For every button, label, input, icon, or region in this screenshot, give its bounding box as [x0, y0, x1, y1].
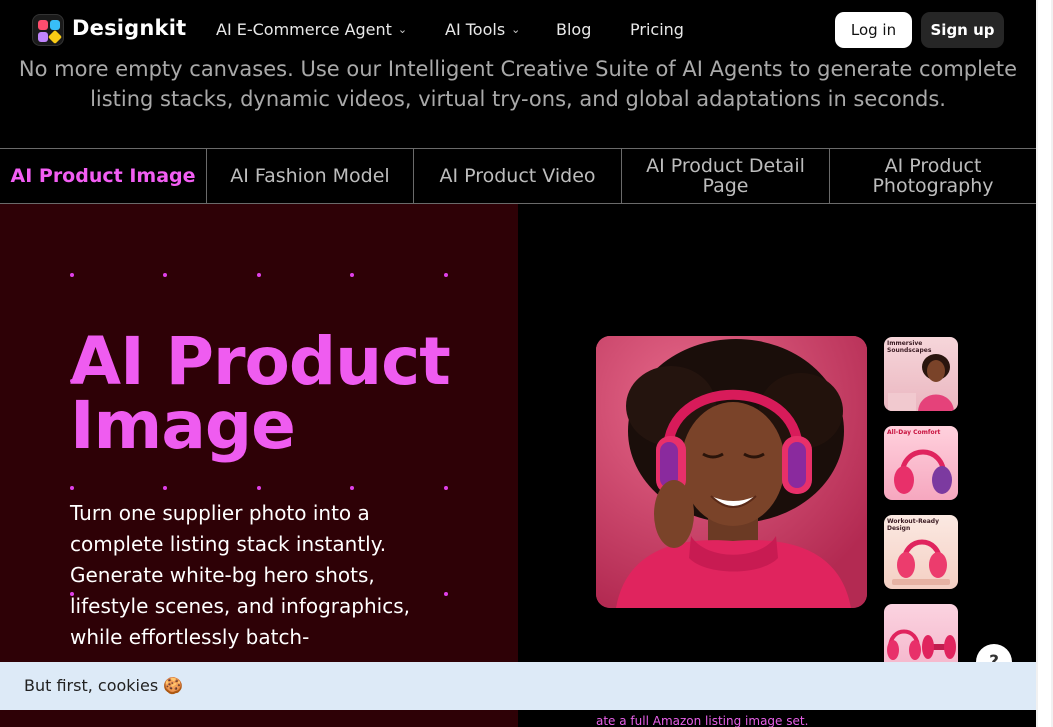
nav-pricing[interactable]: Pricing: [630, 20, 684, 39]
nav-label: AI Tools: [445, 20, 506, 39]
chevron-down-icon: ⌄: [397, 23, 408, 36]
brand-name[interactable]: Designkit: [72, 16, 186, 40]
nav-label: Pricing: [630, 20, 684, 39]
tab-ai-product-detail-page[interactable]: AI Product Detail Page: [622, 149, 830, 203]
product-image-caption: ate a full Amazon listing image set.: [596, 714, 809, 727]
dot: [163, 486, 167, 490]
dot: [444, 486, 448, 490]
nav-ai-ecommerce-agent[interactable]: AI E-Commerce Agent ⌄: [216, 20, 407, 39]
site-header: Designkit AI E-Commerce Agent ⌄ AI Tools ⌄…: [0, 0, 1036, 60]
dot: [444, 592, 448, 596]
tab-ai-product-photography[interactable]: AI Product Photography: [830, 149, 1036, 203]
dot: [163, 273, 167, 277]
nav-label: Blog: [556, 20, 592, 39]
dot: [257, 273, 261, 277]
hero-title-line: Image: [70, 387, 296, 464]
chevron-down-icon: ⌄: [511, 23, 521, 36]
signup-button[interactable]: Sign up: [921, 12, 1004, 48]
subtitle-line: listing stacks, dynamic videos, virtual …: [90, 87, 946, 111]
hero-title: AI Product Image: [70, 323, 451, 464]
tab-label: AI Product Image: [10, 165, 196, 187]
dot: [70, 273, 74, 277]
hero-description: Turn one supplier photo into a complete …: [70, 501, 410, 649]
subtitle-line: No more empty canvases. Use our Intellig…: [18, 57, 1018, 81]
dot: [70, 486, 74, 490]
thumbnail-caption: Workout-Ready Design: [887, 518, 940, 532]
thumbnail-caption: Immersive Soundscapes: [887, 340, 932, 354]
tab-label: Page: [702, 175, 749, 197]
tab-label: AI Product: [884, 155, 982, 177]
thumbnail-2-image: [894, 449, 952, 494]
tab-ai-product-video[interactable]: AI Product Video: [414, 149, 622, 203]
thumbnail-3[interactable]: Workout-Ready Design: [884, 515, 958, 589]
designkit-logo-icon[interactable]: [32, 14, 64, 46]
dot: [350, 273, 354, 277]
feature-tabs: AI Product Image AI Fashion Model AI Pro…: [0, 148, 1036, 204]
thumbnail-caption: All-Day Comfort: [887, 429, 941, 436]
woman-headphones-illustration: [596, 336, 867, 608]
main-product-photo: [596, 336, 867, 608]
nav-label: AI E-Commerce Agent: [216, 20, 392, 39]
tab-label: AI Product Video: [439, 165, 596, 187]
page: Designkit AI E-Commerce Agent ⌄ AI Tools ⌄…: [0, 0, 1053, 727]
dot: [257, 486, 261, 490]
tab-label: Photography: [872, 175, 994, 197]
thumbnail-1[interactable]: Immersive Soundscapes: [884, 337, 958, 411]
hero-subtitle: No more empty canvases. Use our Intellig…: [0, 54, 1036, 114]
dot: [444, 273, 448, 277]
thumbnail-2[interactable]: All-Day Comfort: [884, 426, 958, 500]
cookie-banner: But first, cookies 🍪: [0, 662, 1036, 710]
tab-ai-product-image[interactable]: AI Product Image: [0, 149, 207, 203]
dot: [350, 486, 354, 490]
scrollbar-thumb[interactable]: [1038, 0, 1051, 727]
login-button[interactable]: Log in: [835, 12, 912, 48]
tab-label: AI Fashion Model: [230, 165, 390, 187]
nav-blog[interactable]: Blog: [556, 20, 591, 39]
nav-ai-tools[interactable]: AI Tools ⌄: [445, 20, 520, 39]
tab-ai-fashion-model[interactable]: AI Fashion Model: [207, 149, 414, 203]
hero-title-line: AI Product: [70, 323, 451, 400]
tab-label: AI Product Detail: [646, 155, 805, 177]
